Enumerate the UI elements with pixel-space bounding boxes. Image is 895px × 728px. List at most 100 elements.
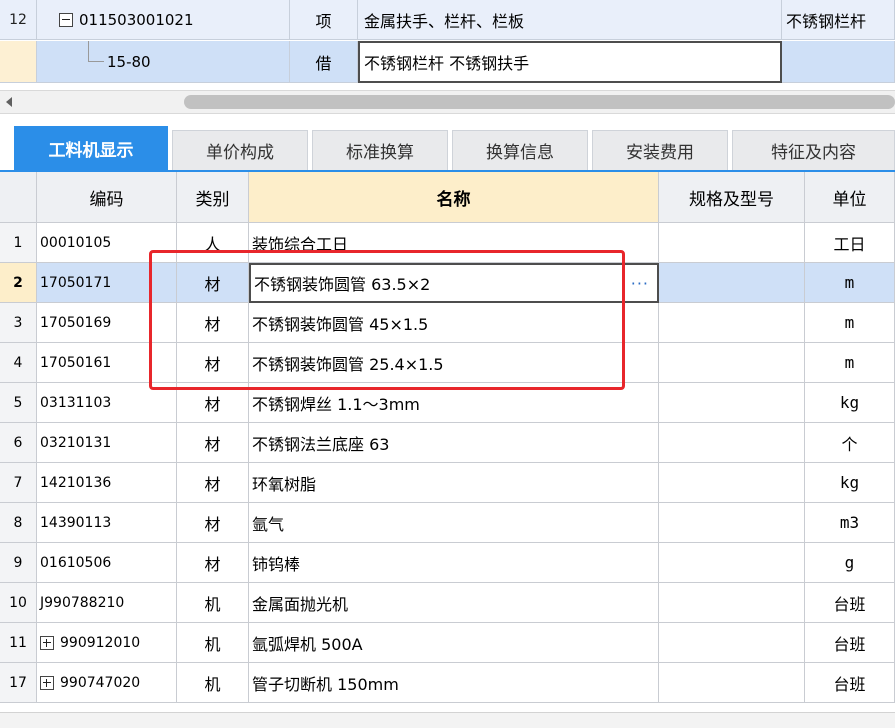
unit-cell: m — [805, 263, 895, 303]
table-row[interactable]: 1 00010105 人装饰综合工日 工日 — [0, 223, 895, 263]
table-row[interactable]: 9 01610506 材铈钨棒 g — [0, 543, 895, 583]
name-cell[interactable]: 铈钨棒 — [249, 543, 659, 583]
table-row[interactable]: 8 14390113 材氩气 m3 — [0, 503, 895, 543]
name-cell[interactable]: 氩弧焊机 500A — [249, 623, 659, 663]
row-number: 2 — [0, 263, 37, 303]
spec-cell[interactable] — [659, 663, 805, 703]
code-text: 03131103 — [40, 394, 112, 411]
table-row[interactable]: 2 17050171 材不锈钢装饰圆管 63.5×2 ··· m — [0, 263, 895, 303]
code-cell[interactable]: 14210136 — [37, 463, 177, 503]
spec-cell[interactable] — [659, 503, 805, 543]
name-cell[interactable]: 不锈钢法兰底座 63 — [249, 423, 659, 463]
row-number: 5 — [0, 383, 37, 423]
detail-tabs: 工料机显示 单价构成 标准换算 换算信息 安装费用 特征及内容 — [0, 124, 895, 172]
table-row[interactable]: 10 J990788210 机金属面抛光机 台班 — [0, 583, 895, 623]
expand-icon[interactable] — [40, 675, 54, 690]
tab-labor-material-machine[interactable]: 工料机显示 — [14, 126, 168, 170]
row-number: 8 — [0, 503, 37, 543]
header-spec[interactable]: 规格及型号 — [659, 172, 805, 223]
spec-cell[interactable] — [659, 263, 805, 303]
code-text: 14210136 — [40, 474, 112, 491]
collapse-icon[interactable] — [59, 12, 73, 27]
code-cell[interactable]: 17050161 — [37, 343, 177, 383]
grid-header: 编码 类别 名称 规格及型号 单位 — [0, 172, 895, 223]
unit-cell: 台班 — [805, 663, 895, 703]
type-cell: 机 — [177, 663, 249, 703]
code-cell[interactable]: J990788210 — [37, 583, 177, 623]
tab-features[interactable]: 特征及内容 — [732, 130, 895, 170]
name-cell[interactable]: 不锈钢装饰圆管 25.4×1.5 — [249, 343, 659, 383]
tab-install-fee[interactable]: 安装费用 — [592, 130, 728, 170]
header-code[interactable]: 编码 — [37, 172, 177, 223]
code-cell[interactable]: 17050169 — [37, 303, 177, 343]
type-cell: 材 — [177, 463, 249, 503]
table-row[interactable]: 17 990747020 机管子切断机 150mm 台班 — [0, 663, 895, 703]
name-cell[interactable]: 不锈钢装饰圆管 45×1.5 — [249, 303, 659, 343]
row-number — [0, 41, 37, 83]
tree-code-cell[interactable]: 011503001021 — [37, 0, 290, 40]
expand-icon[interactable] — [40, 635, 54, 650]
code-cell[interactable]: 17050171 — [37, 263, 177, 303]
table-row[interactable]: 6 03210131 材不锈钢法兰底座 63 个 — [0, 423, 895, 463]
header-unit[interactable]: 单位 — [805, 172, 895, 223]
code-text: 990912010 — [60, 634, 141, 651]
name-cell[interactable]: 氩气 — [249, 503, 659, 543]
table-row[interactable]: 7 14210136 材环氧树脂 kg — [0, 463, 895, 503]
code-cell[interactable]: 03131103 — [37, 383, 177, 423]
name-text: 氩弧焊机 500A — [252, 634, 363, 654]
tree-row-item[interactable]: 12 011503001021 项 金属扶手、栏杆、栏板 不锈钢栏杆 — [0, 0, 895, 40]
sub-extra — [782, 41, 895, 83]
row-number: 6 — [0, 423, 37, 463]
table-row[interactable]: 11 990912010 机氩弧焊机 500A 台班 — [0, 623, 895, 663]
row-number: 7 — [0, 463, 37, 503]
code-cell[interactable]: 14390113 — [37, 503, 177, 543]
type-cell: 材 — [177, 543, 249, 583]
tree-sub-code-cell[interactable]: 15-80 — [37, 41, 290, 83]
spec-cell[interactable] — [659, 423, 805, 463]
table-row[interactable]: 5 03131103 材不锈钢焊丝 1.1～3mm kg — [0, 383, 895, 423]
name-cell[interactable]: 不锈钢装饰圆管 63.5×2 ··· — [249, 263, 659, 303]
name-cell[interactable]: 管子切断机 150mm — [249, 663, 659, 703]
item-name[interactable]: 金属扶手、栏杆、栏板 — [358, 0, 782, 40]
spec-cell[interactable] — [659, 303, 805, 343]
row-number: 3 — [0, 303, 37, 343]
spec-cell[interactable] — [659, 583, 805, 623]
name-cell[interactable]: 装饰综合工日 — [249, 223, 659, 263]
unit-cell: g — [805, 543, 895, 583]
tree-row-sub[interactable]: 15-80 借 不锈钢栏杆 不锈钢扶手 — [0, 41, 895, 83]
code-text: 17050161 — [40, 354, 112, 371]
bottom-scrollbar[interactable] — [0, 712, 895, 728]
unit-cell: m — [805, 343, 895, 383]
spec-cell[interactable] — [659, 623, 805, 663]
tab-unit-price[interactable]: 单价构成 — [172, 130, 308, 170]
code-cell[interactable]: 990912010 — [37, 623, 177, 663]
table-row[interactable]: 4 17050161 材不锈钢装饰圆管 25.4×1.5 m — [0, 343, 895, 383]
more-options-icon[interactable]: ··· — [631, 274, 649, 293]
header-type[interactable]: 类别 — [177, 172, 249, 223]
name-cell[interactable]: 不锈钢焊丝 1.1～3mm — [249, 383, 659, 423]
table-row[interactable]: 3 17050169 材不锈钢装饰圆管 45×1.5 m — [0, 303, 895, 343]
horizontal-scrollbar[interactable] — [0, 90, 895, 114]
name-cell[interactable]: 环氧树脂 — [249, 463, 659, 503]
sub-name-editor[interactable]: 不锈钢栏杆 不锈钢扶手 — [358, 41, 782, 83]
header-name[interactable]: 名称 — [249, 172, 659, 223]
name-text: 不锈钢法兰底座 63 — [252, 434, 390, 454]
type-cell: 材 — [177, 383, 249, 423]
name-text: 不锈钢装饰圆管 45×1.5 — [252, 314, 429, 334]
scroll-thumb[interactable] — [184, 95, 895, 109]
code-cell[interactable]: 990747020 — [37, 663, 177, 703]
spec-cell[interactable] — [659, 343, 805, 383]
spec-cell[interactable] — [659, 223, 805, 263]
scroll-left-icon[interactable] — [6, 97, 12, 107]
tab-conversion-info[interactable]: 换算信息 — [452, 130, 588, 170]
spec-cell[interactable] — [659, 383, 805, 423]
name-text: 装饰综合工日 — [252, 234, 349, 254]
spec-cell[interactable] — [659, 543, 805, 583]
tab-standard-conversion[interactable]: 标准换算 — [312, 130, 448, 170]
code-text: 17050171 — [40, 274, 112, 291]
name-cell[interactable]: 金属面抛光机 — [249, 583, 659, 623]
code-cell[interactable]: 03210131 — [37, 423, 177, 463]
code-cell[interactable]: 00010105 — [37, 223, 177, 263]
spec-cell[interactable] — [659, 463, 805, 503]
code-cell[interactable]: 01610506 — [37, 543, 177, 583]
